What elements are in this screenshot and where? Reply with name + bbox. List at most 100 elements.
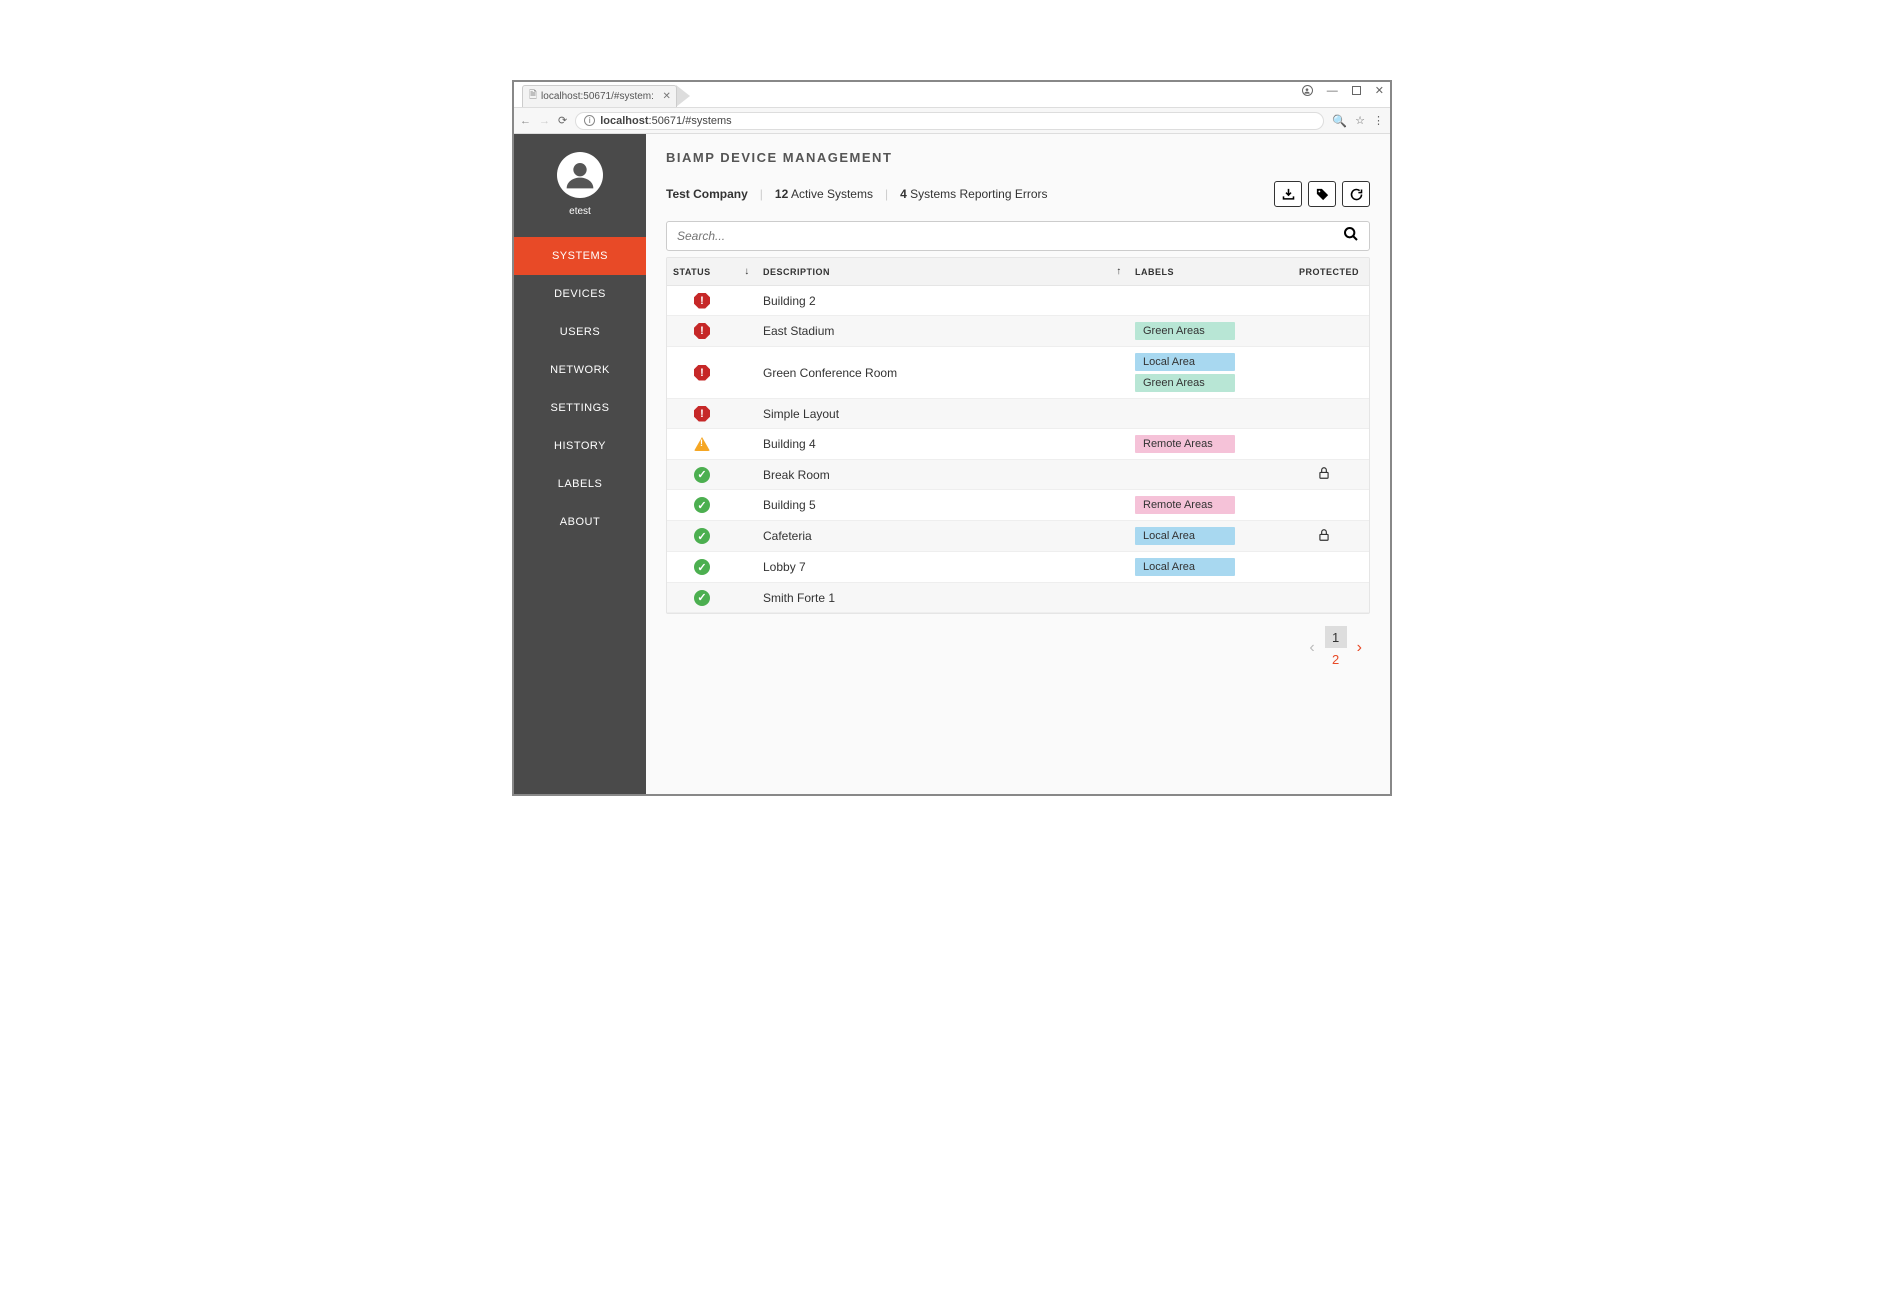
- avatar[interactable]: [557, 152, 603, 198]
- table-row[interactable]: Building 5 Remote Areas: [667, 490, 1369, 521]
- username: etest: [569, 206, 591, 217]
- tag-button[interactable]: [1308, 181, 1336, 207]
- sidebar-item-devices[interactable]: DEVICES: [514, 275, 646, 313]
- table-row[interactable]: East StadiumGreen Areas: [667, 316, 1369, 347]
- sidebar-item-labels[interactable]: LABELS: [514, 465, 646, 503]
- menu-icon[interactable]: ⋮: [1373, 114, 1384, 127]
- protected-cell: [1279, 438, 1369, 450]
- user-profile-icon[interactable]: [1302, 85, 1313, 96]
- error-systems: 4 Systems Reporting Errors: [900, 187, 1047, 201]
- sidebar-item-about[interactable]: ABOUT: [514, 503, 646, 541]
- sidebar-item-users[interactable]: USERS: [514, 313, 646, 351]
- zoom-icon[interactable]: 🔍: [1332, 114, 1347, 128]
- status-cell: [667, 317, 737, 345]
- labels-cell: Local Area: [1129, 552, 1279, 582]
- url-input[interactable]: i localhost:50671/#systems: [575, 112, 1324, 130]
- maximize-button[interactable]: [1352, 86, 1361, 95]
- table-header: STATUS ↓ DESCRIPTION ↑ LABELS PROTECTED: [667, 258, 1369, 286]
- labels-cell: Local Area: [1129, 521, 1279, 551]
- sidebar-item-network[interactable]: NETWORK: [514, 351, 646, 389]
- sidebar-item-history[interactable]: HISTORY: [514, 427, 646, 465]
- sidebar: etest SYSTEMSDEVICESUSERSNETWORKSETTINGS…: [514, 134, 646, 794]
- search-input[interactable]: [677, 229, 1343, 243]
- table-row[interactable]: Building 4Remote Areas: [667, 429, 1369, 460]
- protected-cell: [1279, 561, 1369, 573]
- labels-cell: [1129, 295, 1279, 307]
- bookmark-icon[interactable]: ☆: [1355, 114, 1365, 127]
- main-content: BIAMP DEVICE MANAGEMENT Test Company | 1…: [646, 134, 1390, 794]
- table-row[interactable]: Simple Layout: [667, 399, 1369, 429]
- ok-icon: [694, 590, 710, 606]
- tab-edge: [676, 85, 690, 107]
- forward-button[interactable]: →: [539, 115, 550, 127]
- action-buttons: [1274, 181, 1370, 207]
- sidebar-item-settings[interactable]: SETTINGS: [514, 389, 646, 427]
- close-tab-icon[interactable]: ✕: [663, 91, 671, 102]
- description-cell: Green Conference Room: [757, 360, 1109, 386]
- minimize-button[interactable]: —: [1327, 85, 1338, 97]
- status-cell: [667, 491, 737, 519]
- status-cell: [667, 287, 737, 315]
- col-description[interactable]: DESCRIPTION: [757, 259, 1109, 285]
- reload-button[interactable]: ⟳: [558, 114, 567, 127]
- label-tag[interactable]: Remote Areas: [1135, 496, 1235, 514]
- download-button[interactable]: [1274, 181, 1302, 207]
- page-header: BIAMP DEVICE MANAGEMENT: [646, 134, 1390, 173]
- page-number[interactable]: 1: [1325, 626, 1347, 648]
- table-row[interactable]: Building 2: [667, 286, 1369, 316]
- browser-tab[interactable]: 🗎 localhost:50671/#system: ✕: [522, 85, 677, 107]
- page-number[interactable]: 2: [1325, 648, 1347, 670]
- description-cell: Cafeteria: [757, 523, 1109, 549]
- close-window-button[interactable]: ✕: [1375, 84, 1384, 97]
- description-cell: Building 2: [757, 288, 1109, 314]
- content-area: STATUS ↓ DESCRIPTION ↑ LABELS PROTECTED …: [646, 221, 1390, 702]
- search-box: [666, 221, 1370, 251]
- status-cell: [667, 584, 737, 612]
- ok-icon: [694, 497, 710, 513]
- status-cell: [667, 431, 737, 457]
- company-name: Test Company: [666, 187, 748, 201]
- table-row[interactable]: Lobby 7Local Area: [667, 552, 1369, 583]
- table-row[interactable]: Green Conference Room Local Area Green Are…: [667, 347, 1369, 399]
- label-tag[interactable]: Green Areas: [1135, 374, 1235, 392]
- labels-cell: Green Areas: [1129, 316, 1279, 346]
- labels-cell: Local Area Green Areas: [1129, 347, 1279, 398]
- refresh-button[interactable]: [1342, 181, 1370, 207]
- label-tag[interactable]: Local Area: [1135, 558, 1235, 576]
- protected-cell: [1279, 408, 1369, 420]
- active-systems: 12 Active Systems: [775, 187, 873, 201]
- protected-cell: [1279, 499, 1369, 511]
- protected-cell: [1279, 367, 1369, 379]
- table-row[interactable]: Smith Forte 1: [667, 583, 1369, 613]
- site-info-icon[interactable]: i: [584, 115, 595, 126]
- label-tag[interactable]: Local Area: [1135, 353, 1235, 371]
- labels-cell: [1129, 469, 1279, 481]
- url-rest: :50671/#systems: [649, 115, 732, 127]
- warning-icon: [694, 437, 710, 451]
- label-tag[interactable]: Local Area: [1135, 527, 1235, 545]
- protected-cell: [1279, 460, 1369, 489]
- col-labels[interactable]: LABELS: [1129, 259, 1279, 285]
- col-status[interactable]: STATUS: [667, 259, 737, 285]
- table-row[interactable]: Break Room: [667, 460, 1369, 490]
- description-cell: Building 5: [757, 492, 1109, 518]
- table-row[interactable]: Cafeteria Local Area: [667, 521, 1369, 552]
- page-prev[interactable]: ‹: [1305, 639, 1318, 657]
- col-protected[interactable]: PROTECTED: [1279, 259, 1369, 285]
- sort-description-icon[interactable]: ↑: [1109, 258, 1129, 285]
- browser-window: 🗎 localhost:50671/#system: ✕ — ✕ ← → ⟳ i…: [512, 80, 1392, 796]
- ok-icon: [694, 467, 710, 483]
- search-icon[interactable]: [1343, 226, 1359, 247]
- status-cell: [667, 522, 737, 550]
- description-cell: Simple Layout: [757, 401, 1109, 427]
- sidebar-profile: etest: [514, 134, 646, 237]
- label-tag[interactable]: Green Areas: [1135, 322, 1235, 340]
- page-icon: 🗎: [529, 88, 537, 105]
- sort-status-icon[interactable]: ↓: [737, 258, 757, 285]
- status-cell: [667, 461, 737, 489]
- page-next[interactable]: ›: [1353, 639, 1366, 657]
- back-button[interactable]: ←: [520, 115, 531, 127]
- sidebar-item-systems[interactable]: SYSTEMS: [514, 237, 646, 275]
- label-tag[interactable]: Remote Areas: [1135, 435, 1235, 453]
- protected-cell: [1279, 522, 1369, 551]
